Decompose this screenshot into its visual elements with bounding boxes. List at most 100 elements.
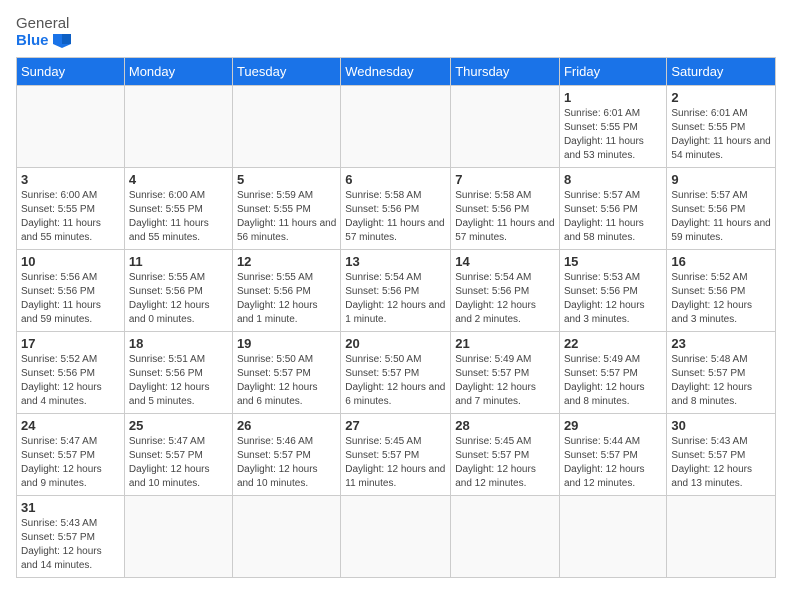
day-number: 8	[564, 172, 662, 187]
day-number: 14	[455, 254, 555, 269]
calendar-cell: 4 Sunrise: 6:00 AM Sunset: 5:55 PM Daylig…	[124, 168, 232, 250]
calendar-cell: 15 Sunrise: 5:53 AM Sunset: 5:56 PM Dayli…	[559, 250, 666, 332]
day-info: Sunrise: 5:45 AM Sunset: 5:57 PM Dayligh…	[455, 435, 555, 491]
calendar-cell: 5 Sunrise: 5:59 AM Sunset: 5:55 PM Daylig…	[232, 168, 340, 250]
day-number: 13	[345, 254, 446, 269]
calendar-week-2: 10Sunrise: 5:56 AM Sunset: 5:56 PM Dayli…	[17, 250, 776, 332]
calendar-week-1: 3Sunrise: 6:00 AM Sunset: 5:55 PM Daylig…	[17, 168, 776, 250]
day-info: Sunrise: 5:46 AM Sunset: 5:57 PM Dayligh…	[237, 435, 336, 491]
day-number: 12	[237, 254, 336, 269]
calendar-cell: 23Sunrise: 5:48 AM Sunset: 5:57 PM Dayli…	[667, 332, 776, 414]
day-info: Sunrise: 6:01 AM Sunset: 5:55 PM Dayligh…	[671, 107, 771, 163]
logo-flag-icon	[53, 34, 71, 48]
calendar-cell: 26 Sunrise: 5:46 AM Sunset: 5:57 PM Dayli…	[232, 414, 340, 496]
day-number: 22	[564, 336, 662, 351]
calendar-cell: 27 Sunrise: 5:45 AM Sunset: 5:57 PM Dayli…	[341, 414, 451, 496]
day-number: 1	[564, 90, 662, 105]
calendar-cell: 18 Sunrise: 5:51 AM Sunset: 5:56 PM Dayli…	[124, 332, 232, 414]
calendar-cell: 9Sunrise: 5:57 AM Sunset: 5:56 PM Daylig…	[667, 168, 776, 250]
calendar-cell: 22 Sunrise: 5:49 AM Sunset: 5:57 PM Dayli…	[559, 332, 666, 414]
day-info: Sunrise: 5:57 AM Sunset: 5:56 PM Dayligh…	[564, 189, 662, 245]
calendar-week-0: 1 Sunrise: 6:01 AM Sunset: 5:55 PM Daylig…	[17, 86, 776, 168]
day-number: 15	[564, 254, 662, 269]
calendar-cell	[232, 86, 340, 168]
day-number: 20	[345, 336, 446, 351]
calendar-header-monday: Monday	[124, 58, 232, 86]
calendar-cell	[451, 496, 560, 578]
calendar-cell: 10Sunrise: 5:56 AM Sunset: 5:56 PM Dayli…	[17, 250, 125, 332]
day-number: 2	[671, 90, 771, 105]
day-number: 7	[455, 172, 555, 187]
calendar-cell: 25Sunrise: 5:47 AM Sunset: 5:57 PM Dayli…	[124, 414, 232, 496]
logo-text: General Blue	[16, 16, 71, 49]
day-info: Sunrise: 5:47 AM Sunset: 5:57 PM Dayligh…	[129, 435, 228, 491]
calendar-cell: 28 Sunrise: 5:45 AM Sunset: 5:57 PM Dayli…	[451, 414, 560, 496]
calendar-cell: 3Sunrise: 6:00 AM Sunset: 5:55 PM Daylig…	[17, 168, 125, 250]
day-info: Sunrise: 5:48 AM Sunset: 5:57 PM Dayligh…	[671, 353, 771, 409]
day-info: Sunrise: 5:56 AM Sunset: 5:56 PM Dayligh…	[21, 271, 120, 327]
calendar-cell: 8 Sunrise: 5:57 AM Sunset: 5:56 PM Daylig…	[559, 168, 666, 250]
day-info: Sunrise: 5:51 AM Sunset: 5:56 PM Dayligh…	[129, 353, 228, 409]
day-info: Sunrise: 5:50 AM Sunset: 5:57 PM Dayligh…	[345, 353, 446, 409]
day-number: 31	[21, 500, 120, 515]
calendar-cell: 1 Sunrise: 6:01 AM Sunset: 5:55 PM Daylig…	[559, 86, 666, 168]
calendar-week-3: 17Sunrise: 5:52 AM Sunset: 5:56 PM Dayli…	[17, 332, 776, 414]
day-info: Sunrise: 5:44 AM Sunset: 5:57 PM Dayligh…	[564, 435, 662, 491]
calendar-cell: 19 Sunrise: 5:50 AM Sunset: 5:57 PM Dayli…	[232, 332, 340, 414]
calendar-cell: 13 Sunrise: 5:54 AM Sunset: 5:56 PM Dayli…	[341, 250, 451, 332]
day-info: Sunrise: 5:54 AM Sunset: 5:56 PM Dayligh…	[455, 271, 555, 327]
calendar-header-wednesday: Wednesday	[341, 58, 451, 86]
day-number: 11	[129, 254, 228, 269]
calendar-cell: 17Sunrise: 5:52 AM Sunset: 5:56 PM Dayli…	[17, 332, 125, 414]
day-number: 4	[129, 172, 228, 187]
day-info: Sunrise: 6:01 AM Sunset: 5:55 PM Dayligh…	[564, 107, 662, 163]
calendar-header-thursday: Thursday	[451, 58, 560, 86]
day-info: Sunrise: 5:43 AM Sunset: 5:57 PM Dayligh…	[21, 517, 120, 573]
calendar-cell: 7 Sunrise: 5:58 AM Sunset: 5:56 PM Daylig…	[451, 168, 560, 250]
day-number: 27	[345, 418, 446, 433]
day-number: 18	[129, 336, 228, 351]
day-info: Sunrise: 5:47 AM Sunset: 5:57 PM Dayligh…	[21, 435, 120, 491]
calendar-cell	[124, 496, 232, 578]
calendar-cell	[451, 86, 560, 168]
day-info: Sunrise: 5:45 AM Sunset: 5:57 PM Dayligh…	[345, 435, 446, 491]
calendar-cell: 31 Sunrise: 5:43 AM Sunset: 5:57 PM Dayli…	[17, 496, 125, 578]
calendar-header-tuesday: Tuesday	[232, 58, 340, 86]
calendar-cell: 30Sunrise: 5:43 AM Sunset: 5:57 PM Dayli…	[667, 414, 776, 496]
day-info: Sunrise: 5:58 AM Sunset: 5:56 PM Dayligh…	[345, 189, 446, 245]
calendar-week-5: 31 Sunrise: 5:43 AM Sunset: 5:57 PM Dayli…	[17, 496, 776, 578]
calendar-cell	[341, 86, 451, 168]
calendar-cell: 2 Sunrise: 6:01 AM Sunset: 5:55 PM Daylig…	[667, 86, 776, 168]
day-number: 5	[237, 172, 336, 187]
calendar-cell	[124, 86, 232, 168]
day-info: Sunrise: 5:59 AM Sunset: 5:55 PM Dayligh…	[237, 189, 336, 245]
day-info: Sunrise: 6:00 AM Sunset: 5:55 PM Dayligh…	[129, 189, 228, 245]
day-info: Sunrise: 5:54 AM Sunset: 5:56 PM Dayligh…	[345, 271, 446, 327]
calendar-cell	[232, 496, 340, 578]
day-info: Sunrise: 5:55 AM Sunset: 5:56 PM Dayligh…	[237, 271, 336, 327]
day-number: 16	[671, 254, 771, 269]
calendar-table: SundayMondayTuesdayWednesdayThursdayFrid…	[16, 57, 776, 578]
day-info: Sunrise: 6:00 AM Sunset: 5:55 PM Dayligh…	[21, 189, 120, 245]
calendar-cell: 16Sunrise: 5:52 AM Sunset: 5:56 PM Dayli…	[667, 250, 776, 332]
calendar-cell: 29Sunrise: 5:44 AM Sunset: 5:57 PM Dayli…	[559, 414, 666, 496]
day-number: 19	[237, 336, 336, 351]
calendar-cell	[17, 86, 125, 168]
calendar-header-sunday: Sunday	[17, 58, 125, 86]
day-number: 24	[21, 418, 120, 433]
calendar-cell: 12 Sunrise: 5:55 AM Sunset: 5:56 PM Dayli…	[232, 250, 340, 332]
day-info: Sunrise: 5:49 AM Sunset: 5:57 PM Dayligh…	[564, 353, 662, 409]
day-info: Sunrise: 5:53 AM Sunset: 5:56 PM Dayligh…	[564, 271, 662, 327]
calendar-cell	[667, 496, 776, 578]
calendar-header-friday: Friday	[559, 58, 666, 86]
calendar-cell: 21Sunrise: 5:49 AM Sunset: 5:57 PM Dayli…	[451, 332, 560, 414]
day-info: Sunrise: 5:49 AM Sunset: 5:57 PM Dayligh…	[455, 353, 555, 409]
calendar-cell	[341, 496, 451, 578]
day-number: 26	[237, 418, 336, 433]
calendar-cell: 14 Sunrise: 5:54 AM Sunset: 5:56 PM Dayli…	[451, 250, 560, 332]
day-info: Sunrise: 5:52 AM Sunset: 5:56 PM Dayligh…	[21, 353, 120, 409]
day-info: Sunrise: 5:50 AM Sunset: 5:57 PM Dayligh…	[237, 353, 336, 409]
day-number: 9	[671, 172, 771, 187]
day-number: 28	[455, 418, 555, 433]
day-info: Sunrise: 5:58 AM Sunset: 5:56 PM Dayligh…	[455, 189, 555, 245]
